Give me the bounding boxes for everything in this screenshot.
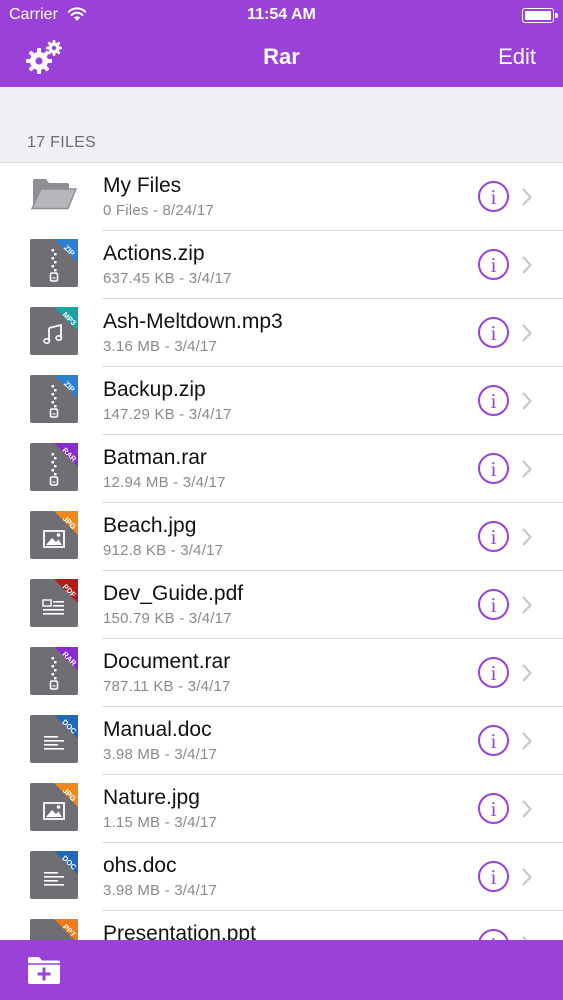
chevron-right-icon xyxy=(522,392,532,410)
file-details: 1.15 MB - 3/4/17 xyxy=(103,814,218,831)
chevron-right-icon xyxy=(522,324,532,342)
pdf-file-icon: PDF xyxy=(30,579,78,627)
rar-file-icon: RAR xyxy=(30,443,78,491)
file-name: Document.rar xyxy=(103,650,231,673)
page-title: Rar xyxy=(263,44,300,69)
file-count-label: 17 FILES xyxy=(27,134,97,151)
file-details: 147.29 KB - 3/4/17 xyxy=(103,406,232,423)
chevron-right-icon xyxy=(522,256,532,274)
info-icon: i xyxy=(490,593,497,617)
file-name: Presentation.ppt xyxy=(103,922,256,940)
file-row[interactable]: DOC ohs.doc 3.98 MB - 3/4/17 i xyxy=(0,843,563,911)
folder-icon xyxy=(30,179,78,210)
file-name: Beach.jpg xyxy=(103,514,197,537)
file-details: 3.16 MB - 3/4/17 xyxy=(103,338,218,355)
file-row[interactable]: RAR Document.rar 787.11 KB - 3/4/17 i xyxy=(0,639,563,707)
file-name: Dev_Guide.pdf xyxy=(103,582,244,605)
file-row[interactable]: PDF Dev_Guide.pdf 150.79 KB - 3/4/17 i xyxy=(0,571,563,639)
edit-button[interactable]: Edit xyxy=(498,44,536,70)
file-row[interactable]: MP3 Ash-Meltdown.mp3 3.16 MB - 3/4/17 i xyxy=(0,299,563,367)
navigation-bar: Rar Edit xyxy=(0,30,563,87)
file-name: ohs.doc xyxy=(103,854,177,877)
info-button[interactable]: i xyxy=(478,317,509,348)
chevron-right-icon xyxy=(522,664,532,682)
file-row[interactable]: ZIP Actions.zip 637.45 KB - 3/4/17 i xyxy=(0,231,563,299)
bottom-toolbar xyxy=(0,940,563,1000)
chevron-right-icon xyxy=(522,800,532,818)
info-button[interactable]: i xyxy=(478,521,509,552)
image-file-icon: JPG xyxy=(30,511,78,559)
file-name: My Files xyxy=(103,174,182,197)
info-button[interactable]: i xyxy=(478,385,509,416)
chevron-right-icon xyxy=(522,868,532,886)
info-icon: i xyxy=(490,661,497,685)
app-header: Carrier 11:54 AM Rar Edit xyxy=(0,0,563,87)
info-button[interactable]: i xyxy=(478,589,509,620)
info-icon: i xyxy=(490,389,497,413)
doc-file-icon: DOC xyxy=(30,715,78,763)
info-icon: i xyxy=(490,185,497,209)
info-button[interactable]: i xyxy=(478,453,509,484)
chevron-right-icon xyxy=(522,732,532,750)
info-icon: i xyxy=(490,865,497,889)
file-row[interactable]: PPT Presentation.ppt i xyxy=(0,911,563,940)
file-name: Ash-Meltdown.mp3 xyxy=(103,310,283,333)
chevron-right-icon xyxy=(522,528,532,546)
doc-file-icon: DOC xyxy=(30,851,78,899)
info-icon: i xyxy=(490,457,497,481)
status-bar: Carrier 11:54 AM xyxy=(0,0,563,30)
battery-icon xyxy=(522,8,558,23)
file-details: 637.45 KB - 3/4/17 xyxy=(103,270,232,287)
info-button[interactable]: i xyxy=(478,249,509,280)
file-name: Actions.zip xyxy=(103,242,205,265)
file-name: Manual.doc xyxy=(103,718,212,741)
file-details: 3.98 MB - 3/4/17 xyxy=(103,882,218,899)
add-folder-icon[interactable] xyxy=(27,955,61,985)
zip-file-icon: ZIP xyxy=(30,239,78,287)
file-name: Batman.rar xyxy=(103,446,207,469)
file-details: 912.8 KB - 3/4/17 xyxy=(103,542,224,559)
info-icon: i xyxy=(490,729,497,753)
folder-row[interactable]: My Files 0 Files - 8/24/17 i xyxy=(0,163,563,231)
info-button[interactable]: i xyxy=(478,657,509,688)
zip-file-icon: ZIP xyxy=(30,375,78,423)
file-row[interactable]: ZIP Backup.zip 147.29 KB - 3/4/17 i xyxy=(0,367,563,435)
info-button[interactable]: i xyxy=(478,725,509,756)
file-row[interactable]: JPG Beach.jpg 912.8 KB - 3/4/17 i xyxy=(0,503,563,571)
chevron-right-icon xyxy=(522,460,532,478)
music-file-icon: MP3 xyxy=(30,307,78,355)
section-header: 17 FILES xyxy=(0,87,563,163)
info-icon: i xyxy=(480,933,507,940)
file-name: Backup.zip xyxy=(103,378,206,401)
status-time: 11:54 AM xyxy=(247,6,316,23)
rar-file-icon: RAR xyxy=(30,647,78,695)
file-details: 3.98 MB - 3/4/17 xyxy=(103,746,218,763)
info-button[interactable]: i xyxy=(478,181,509,212)
file-name: Nature.jpg xyxy=(103,786,200,809)
file-row[interactable]: RAR Batman.rar 12.94 MB - 3/4/17 i xyxy=(0,435,563,503)
info-icon: i xyxy=(490,525,497,549)
info-icon: i xyxy=(490,321,497,345)
file-row[interactable]: JPG Nature.jpg 1.15 MB - 3/4/17 i xyxy=(0,775,563,843)
ppt-file-icon: PPT xyxy=(30,919,78,940)
info-button[interactable]: i xyxy=(478,861,509,892)
info-icon: i xyxy=(490,797,497,821)
file-details: 787.11 KB - 3/4/17 xyxy=(103,678,231,695)
info-button[interactable]: i xyxy=(478,929,509,940)
file-details: 0 Files - 8/24/17 xyxy=(103,202,214,219)
file-row[interactable]: DOC Manual.doc 3.98 MB - 3/4/17 i xyxy=(0,707,563,775)
chevron-right-icon xyxy=(522,188,532,206)
file-details: 12.94 MB - 3/4/17 xyxy=(103,474,226,491)
image-file-icon: JPG xyxy=(30,783,78,831)
chevron-right-icon xyxy=(522,596,532,614)
file-details: 150.79 KB - 3/4/17 xyxy=(103,610,232,627)
info-icon: i xyxy=(490,253,497,277)
info-button[interactable]: i xyxy=(478,793,509,824)
file-list[interactable]: My Files 0 Files - 8/24/17 i ZIP Actions.zip… xyxy=(0,163,563,940)
